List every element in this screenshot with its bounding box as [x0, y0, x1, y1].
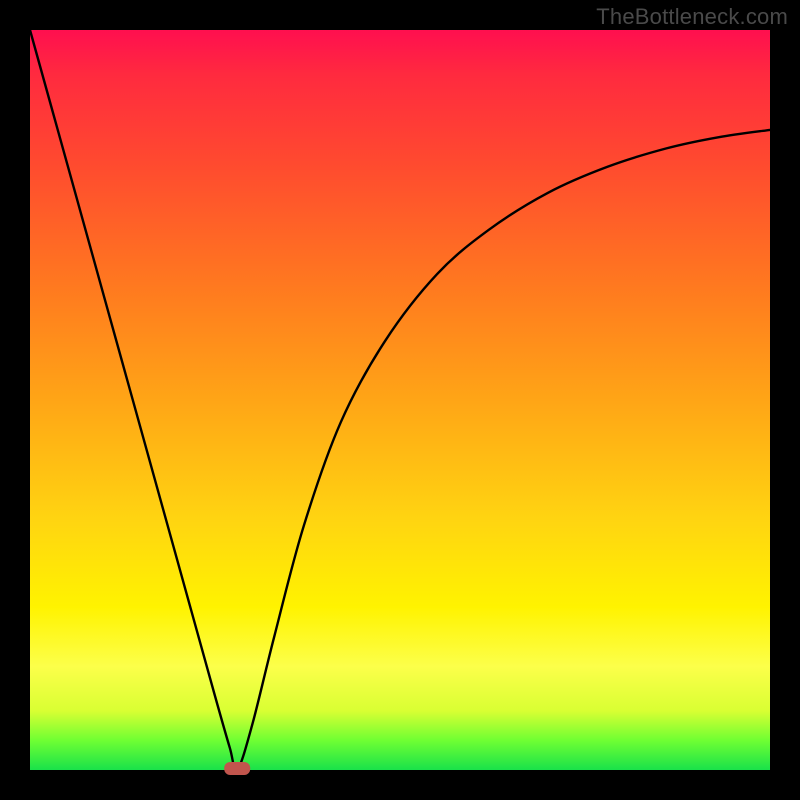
bottleneck-curve: [30, 30, 770, 771]
optimum-marker: [224, 762, 250, 775]
curve-svg: [30, 30, 770, 770]
watermark-text: TheBottleneck.com: [596, 4, 788, 30]
chart-frame: TheBottleneck.com: [0, 0, 800, 800]
plot-area: [30, 30, 770, 770]
